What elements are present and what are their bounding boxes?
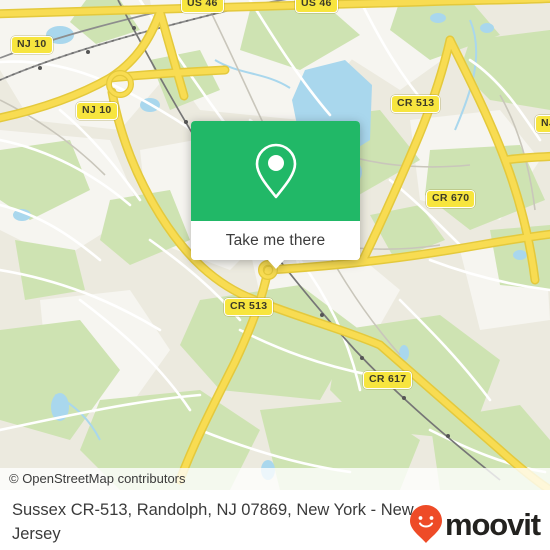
road-shield: NJ	[535, 115, 550, 133]
road-shield: US 46	[181, 0, 224, 13]
road-shield: CR 513	[224, 298, 274, 316]
popup-card-tail	[266, 259, 285, 269]
road-shield: US 46	[295, 0, 338, 13]
road-shield: CR 617	[363, 371, 413, 389]
location-title: Sussex CR-513, Randolph, NJ 07869, New Y…	[12, 501, 414, 543]
moovit-wordmark: moovit	[444, 506, 541, 542]
popup-card-header	[191, 121, 360, 221]
take-me-there-label: Take me there	[225, 231, 326, 249]
moovit-logo[interactable]: moovit	[409, 504, 541, 544]
map-canvas[interactable]: US 46 US 46 NJ 10 NJ 10 CR 513 NJ CR 670…	[0, 0, 550, 490]
page-footer: Sussex CR-513, Randolph, NJ 07869, New Y…	[0, 490, 550, 550]
moovit-pin-smiley-icon	[409, 505, 442, 543]
map-pin-icon	[255, 143, 296, 199]
road-shield: NJ 10	[11, 36, 53, 54]
location-popup-card[interactable]: Take me there	[191, 121, 360, 269]
popup-card-body: Take me there	[191, 121, 360, 260]
road-shield: CR 670	[426, 190, 476, 208]
take-me-there-button[interactable]: Take me there	[191, 221, 360, 260]
osm-attribution[interactable]: © OpenStreetMap contributors	[0, 468, 550, 490]
road-shield: NJ 10	[76, 102, 118, 120]
road-shield: CR 513	[391, 95, 441, 113]
map-page: US 46 US 46 NJ 10 NJ 10 CR 513 NJ CR 670…	[0, 0, 550, 550]
